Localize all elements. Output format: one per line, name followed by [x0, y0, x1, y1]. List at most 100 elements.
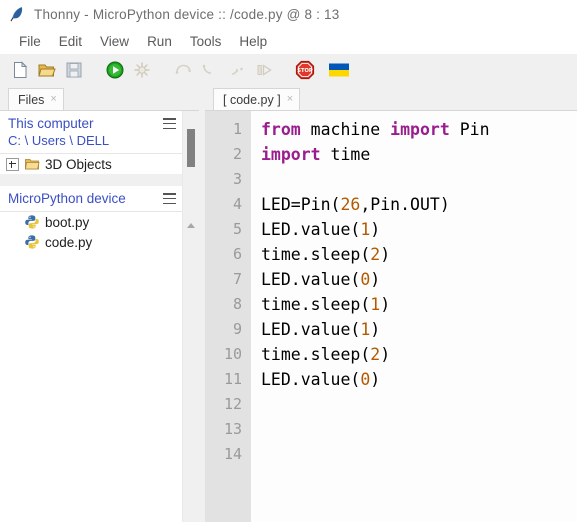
micropython-device-labels: MicroPython device: [8, 190, 126, 207]
editor-tabstrip: [ code.py ] ×: [205, 86, 577, 110]
line-number: 12: [223, 395, 242, 413]
files-tree: This computer C: \ Users \ DELL 3D Objec…: [0, 110, 199, 522]
menu-bar: File Edit View Run Tools Help: [0, 28, 577, 54]
expand-plus-icon[interactable]: [6, 157, 19, 171]
menu-item-tools[interactable]: Tools: [181, 32, 231, 51]
ukraine-flag-icon: [329, 63, 349, 77]
this-computer-title: This computer: [8, 116, 94, 131]
files-section-divider: [0, 174, 182, 186]
code-token: LED.value(: [261, 320, 361, 339]
line-number: 11: [223, 370, 242, 388]
code-line: from machine import Pin: [261, 117, 577, 142]
files-scrollbar[interactable]: [182, 111, 199, 522]
tab-files-label: Files: [18, 92, 45, 107]
open-file-button[interactable]: [35, 58, 59, 82]
step-over-button[interactable]: [171, 58, 195, 82]
save-file-button[interactable]: [62, 58, 86, 82]
run-button[interactable]: [103, 58, 127, 82]
tree-row-label: 3D Objects: [45, 156, 112, 172]
this-computer-labels: This computer C: \ Users \ DELL: [8, 115, 109, 149]
tab-files[interactable]: Files ×: [8, 88, 64, 110]
line-number: 2: [232, 145, 242, 163]
line-number: 8: [232, 295, 242, 313]
code-token: LED.value(: [261, 220, 361, 239]
micropython-device-header[interactable]: MicroPython device: [0, 186, 182, 212]
main-split: Files × This computer C: \ Users \ DELL: [0, 86, 577, 522]
files-empty-space: [0, 252, 182, 522]
this-computer-header[interactable]: This computer C: \ Users \ DELL: [0, 111, 182, 154]
tree-row-label: code.py: [45, 234, 93, 250]
menu-item-edit[interactable]: Edit: [50, 32, 91, 51]
title-bar: Thonny - MicroPython device :: /code.py …: [0, 0, 577, 28]
line-number: 5: [232, 220, 242, 238]
step-into-icon: [202, 64, 212, 75]
window-title: Thonny - MicroPython device :: /code.py …: [34, 6, 340, 22]
code-token: import: [390, 120, 450, 139]
code-token: ): [380, 345, 391, 364]
code-token: ): [370, 220, 381, 239]
tab-code-py-label: [ code.py ]: [223, 92, 281, 107]
code-line: LED.value(1): [261, 317, 577, 342]
code-line: LED=Pin(26,Pin.OUT): [261, 192, 577, 217]
code-token: 1: [370, 295, 381, 314]
code-line: time.sleep(2): [261, 242, 577, 267]
code-token: LED=Pin(: [261, 195, 341, 214]
tab-code-py-close-icon[interactable]: ×: [287, 94, 293, 105]
line-number: 14: [223, 445, 242, 463]
code-line: LED.value(0): [261, 267, 577, 292]
code-text-area[interactable]: from machine import Pin import time LED=P…: [251, 111, 577, 522]
micropython-device-hamburger-icon[interactable]: [163, 193, 176, 204]
python-file-icon: [25, 215, 39, 229]
tree-row-label: boot.py: [45, 214, 90, 230]
resume-button[interactable]: [252, 58, 276, 82]
tab-files-close-icon[interactable]: ×: [50, 94, 56, 105]
debug-icon: [134, 62, 150, 78]
this-computer-hamburger-icon[interactable]: [163, 118, 176, 129]
toolbar: STOP: [0, 54, 577, 86]
tree-row-3d-objects[interactable]: 3D Objects: [0, 154, 182, 174]
code-editor[interactable]: 1 2 3 4 5 6 7 8 9 10 11 12 13 14 from machine import …: [205, 110, 577, 522]
menu-item-file[interactable]: File: [10, 32, 50, 51]
debug-button[interactable]: [130, 58, 154, 82]
step-into-button[interactable]: [198, 58, 222, 82]
code-token: 0: [360, 370, 371, 389]
code-token: ): [370, 270, 381, 289]
files-scrollbar-thumb[interactable]: [187, 129, 195, 167]
code-token: ): [370, 370, 381, 389]
code-token: 26: [340, 195, 361, 214]
code-token: time.sleep(: [261, 295, 371, 314]
folder-icon: [25, 159, 40, 170]
code-line: import time: [261, 142, 577, 167]
menu-item-view[interactable]: View: [91, 32, 138, 51]
tree-row-code-py[interactable]: code.py: [0, 232, 182, 252]
line-number: 13: [223, 420, 242, 438]
resume-icon: [257, 64, 272, 76]
line-number-gutter: 1 2 3 4 5 6 7 8 9 10 11 12 13 14: [205, 111, 251, 522]
stop-button[interactable]: STOP: [293, 58, 317, 82]
svg-text:STOP: STOP: [297, 68, 313, 74]
tab-code-py[interactable]: [ code.py ] ×: [213, 88, 301, 110]
new-file-button[interactable]: [8, 58, 32, 82]
code-line: time.sleep(1): [261, 292, 577, 317]
thonny-window: Thonny - MicroPython device :: /code.py …: [0, 0, 577, 522]
feather-icon: [10, 7, 23, 22]
line-number: 1: [232, 120, 242, 138]
code-token: time: [320, 145, 371, 164]
menu-item-help[interactable]: Help: [230, 32, 276, 51]
menu-item-run[interactable]: Run: [138, 32, 181, 51]
step-out-button[interactable]: [225, 58, 249, 82]
code-token: LED.value(: [261, 370, 361, 389]
tree-row-boot-py[interactable]: boot.py: [0, 212, 182, 232]
code-token: from: [261, 120, 301, 139]
python-file-icon: [25, 235, 39, 249]
ukraine-flag-button[interactable]: [327, 58, 351, 82]
code-line: time.sleep(2): [261, 342, 577, 367]
files-scroll-up-icon[interactable]: [187, 223, 195, 228]
code-token: ): [380, 295, 391, 314]
code-line: LED.value(0): [261, 367, 577, 392]
code-token: ,Pin.OUT): [360, 195, 450, 214]
editor-panel: [ code.py ] × 1 2 3 4 5 6 7 8 9 10 11 12 13 14 from m…: [205, 86, 577, 522]
